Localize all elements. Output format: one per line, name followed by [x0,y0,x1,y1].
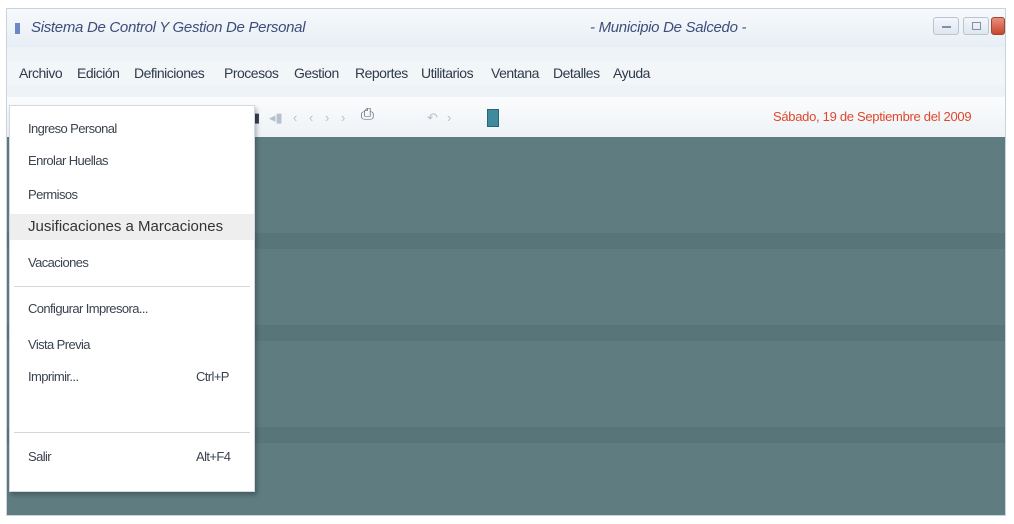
menu-enrolar-huellas[interactable]: Enrolar Huellas [10,148,254,174]
minimize-button[interactable] [933,17,959,35]
menu-archivo[interactable]: Archivo [19,65,63,81]
window-subtitle: - Municipio De Salcedo - [590,19,747,36]
next-record-icon[interactable]: › [341,111,345,125]
next-icon[interactable]: › [325,111,329,125]
menu-procesos[interactable]: Procesos [224,65,279,81]
menu-salir[interactable]: Salir Alt+F4 [10,444,254,470]
menu-detalles[interactable]: Detalles [553,65,600,81]
printer-icon[interactable]: ⎙ [361,107,374,123]
current-date: Sábado, 19 de Septiembre del 2009 [773,109,972,124]
menu-separator [14,432,250,433]
app-icon [15,23,20,34]
menu-ingreso-personal[interactable]: Ingreso Personal [10,116,254,142]
menu-justificaciones[interactable]: Jusificaciones a Marcaciones [10,214,254,240]
archivo-dropdown-menu: Ingreso Personal Enrolar Huellas Permiso… [9,105,255,492]
menu-vista-previa[interactable]: Vista Previa [10,332,254,358]
menu-utilitarios[interactable]: Utilitarios [421,65,474,81]
menu-separator [14,286,250,287]
menu-bar: Archivo Edición Definiciones Procesos Ge… [7,61,1005,85]
menu-imprimir[interactable]: Imprimir... Ctrl+P [10,364,254,390]
menu-ayuda[interactable]: Ayuda [613,65,650,81]
window-title: Sistema De Control Y Gestion De Personal [31,19,306,36]
prev-icon[interactable]: ‹ [309,111,313,125]
menu-disabled-item [10,398,254,424]
menu-configurar-impresora[interactable]: Configurar Impresora... [10,296,254,322]
menu-edicion[interactable]: Edición [77,65,120,81]
title-bar[interactable]: Sistema De Control Y Gestion De Personal… [7,9,1005,47]
menu-reportes[interactable]: Reportes [355,65,408,81]
redo-icon[interactable]: › [447,111,451,125]
menu-vacaciones[interactable]: Vacaciones [10,250,254,276]
menu-definiciones[interactable]: Definiciones [134,65,205,81]
menu-gestion[interactable]: Gestion [294,65,339,81]
app-window: Sistema De Control Y Gestion De Personal… [6,8,1006,516]
exit-door-icon[interactable] [487,109,499,127]
menu-ventana[interactable]: Ventana [491,65,539,81]
close-button[interactable] [991,17,1005,35]
first-record-icon[interactable]: ◂▮ [269,111,283,125]
menu-permisos[interactable]: Permisos [10,182,254,208]
prev-record-icon[interactable]: ‹ [293,111,297,125]
undo-icon[interactable]: ↶ [427,111,438,125]
maximize-button[interactable] [963,17,989,35]
